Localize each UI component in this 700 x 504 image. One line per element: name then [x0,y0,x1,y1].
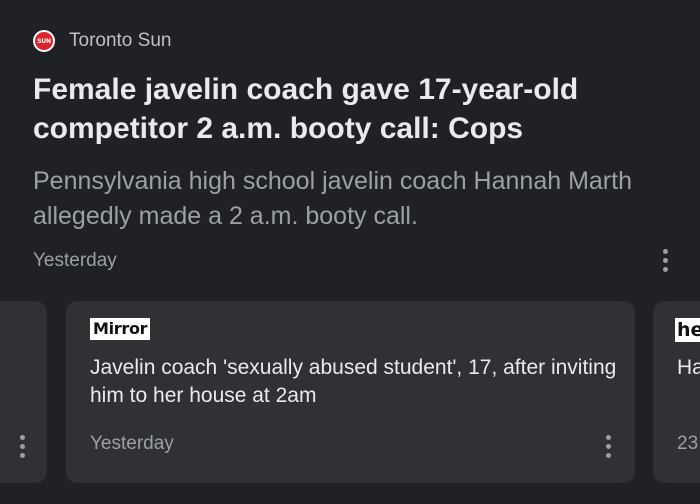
source-logo-text: SUN [35,32,53,50]
source-row: SUN Toronto Sun [33,29,171,53]
related-story-timestamp: Yesterday [90,433,174,454]
more-vert-icon-dot [605,452,611,458]
story-timestamp: Yesterday [33,250,117,271]
story-headline[interactable]: Female javelin coach gave 17-year-old co… [33,70,673,148]
related-more-options-button[interactable] [10,429,34,463]
more-vert-icon-dot [19,443,25,449]
related-story-card[interactable] [0,301,47,483]
more-vert-icon [662,248,668,254]
more-vert-icon-dot [662,266,668,272]
related-more-options-button[interactable] [596,429,620,463]
more-vert-icon-dot [662,257,668,263]
more-vert-icon [19,434,25,440]
related-story-headline[interactable]: Javelin coach 'sexually abused student',… [90,354,620,410]
source-name: Toronto Sun [69,30,172,51]
more-vert-icon [605,434,611,440]
related-story-card[interactable]: he Ha 23 [653,301,700,483]
toronto-sun-logo: SUN [33,30,55,52]
mirror-logo: Mirror [90,318,151,340]
more-vert-icon-dot [605,443,611,449]
related-source-logo: he [675,318,700,342]
more-vert-icon-dot [19,452,25,458]
more-options-button[interactable] [653,243,677,277]
related-story-card[interactable]: Mirror Javelin coach 'sexually abused st… [66,301,635,483]
news-feed-card[interactable]: SUN Toronto Sun Female javelin coach gav… [0,0,700,504]
related-story-timestamp: 23 [677,433,699,454]
related-story-headline[interactable]: Ha [677,354,700,382]
story-snippet: Pennsylvania high school javelin coach H… [33,167,632,230]
